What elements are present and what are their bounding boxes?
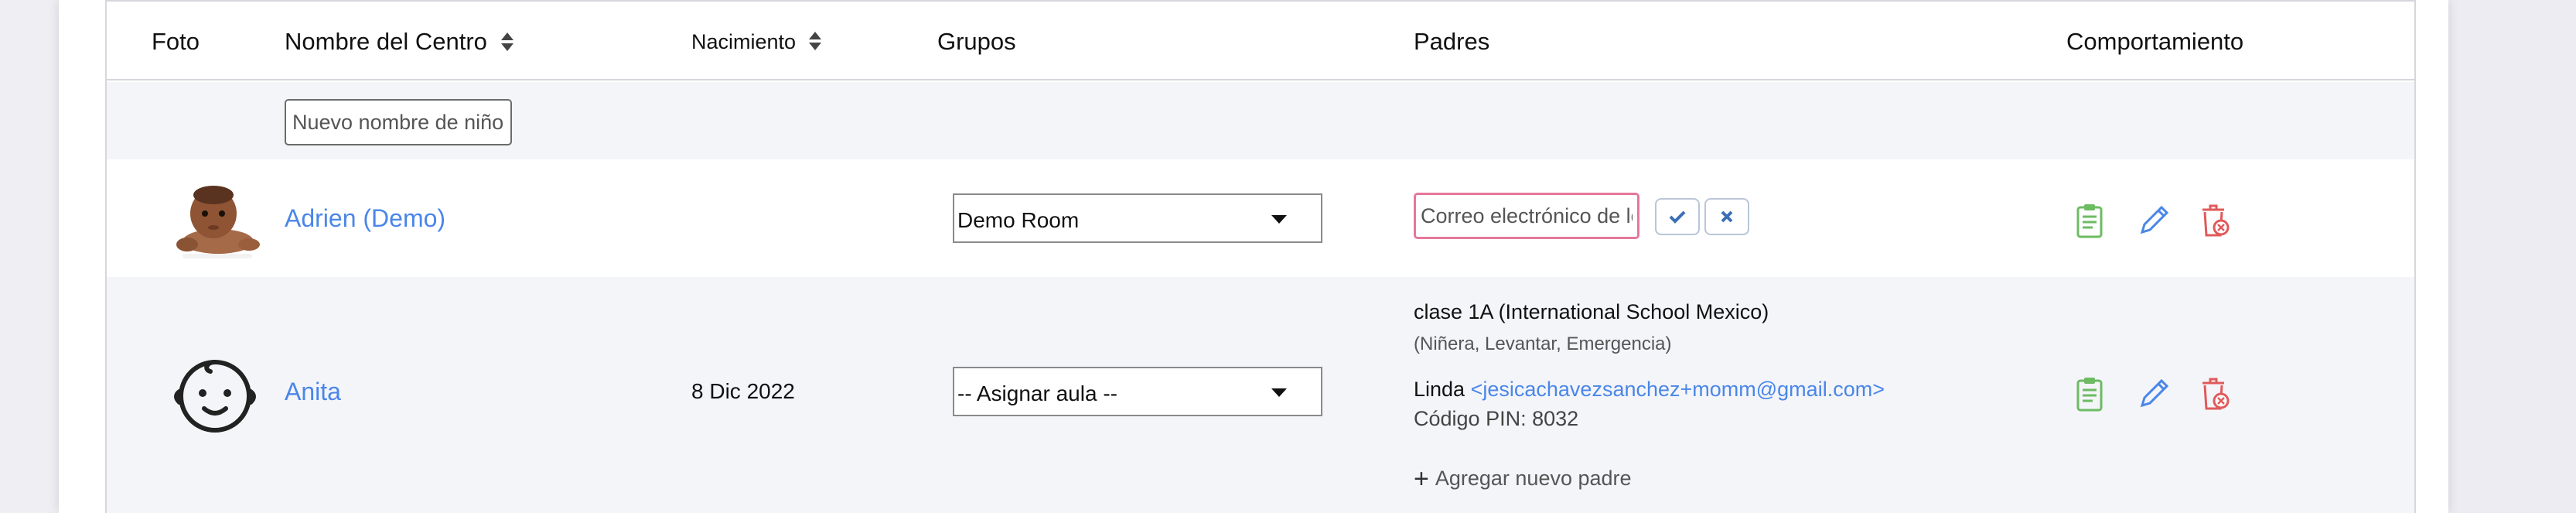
sort-icon[interactable]	[500, 31, 514, 59]
parent-name: Linda	[1414, 378, 1465, 401]
pencil-icon	[2140, 205, 2169, 234]
header-birth-label: Nacimiento	[691, 30, 797, 53]
plus-icon: +	[1414, 464, 1429, 494]
children-table: Foto Nombre del Centro Nacimiento Grupos…	[105, 0, 2416, 513]
report-button[interactable]	[2076, 376, 2110, 413]
page-margin	[0, 0, 59, 513]
chevron-down-icon	[1271, 215, 1287, 224]
add-parent-link[interactable]: + Agregar nuevo padre	[1414, 464, 1632, 494]
child-birth: 8 Dic 2022	[691, 379, 795, 403]
sort-icon[interactable]	[808, 30, 822, 57]
edit-button[interactable]	[2138, 376, 2172, 413]
report-button[interactable]	[2076, 203, 2110, 240]
pencil-icon	[2140, 378, 2169, 408]
delete-button[interactable]	[2199, 203, 2233, 240]
parent-email-input[interactable]	[1414, 193, 1639, 239]
clipboard-icon	[2076, 378, 2103, 412]
header-birth[interactable]: Nacimiento	[691, 30, 822, 57]
parent-contact: Linda <jesicachavezsanchez+momm@gmail.co…	[1414, 378, 1885, 402]
group-select[interactable]: -- Asignar aula --	[953, 367, 1322, 416]
new-child-row	[107, 82, 2414, 159]
child-name-link[interactable]: Anita	[285, 378, 341, 406]
clipboard-icon	[2076, 204, 2103, 238]
group-select-value: Demo Room	[957, 208, 1080, 232]
parent-class: clase 1A (International School Mexico)	[1414, 300, 1769, 323]
header-behavior: Comportamiento	[2066, 28, 2244, 55]
table-header: Foto Nombre del Centro Nacimiento Grupos…	[107, 2, 2414, 80]
edit-button[interactable]	[2138, 203, 2172, 240]
table-row: Adrien (Demo) Demo Room	[107, 159, 2414, 277]
check-icon	[1669, 210, 1686, 224]
chevron-down-icon	[1271, 388, 1287, 397]
confirm-button[interactable]	[1655, 198, 1700, 235]
delete-button[interactable]	[2199, 376, 2233, 413]
group-select[interactable]: Demo Room	[953, 193, 1322, 243]
group-select-value: -- Asignar aula --	[957, 381, 1117, 405]
parent-pin: Código PIN: 8032	[1414, 407, 1579, 430]
close-icon	[1721, 210, 1733, 223]
baby-face-icon	[169, 348, 261, 441]
children-card: Foto Nombre del Centro Nacimiento Grupos…	[59, 0, 2448, 513]
header-parents: Padres	[1414, 28, 1490, 55]
header-name-label: Nombre del Centro	[285, 28, 487, 55]
trash-icon	[2202, 204, 2230, 237]
cancel-button[interactable]	[1704, 198, 1749, 235]
header-groups: Grupos	[937, 28, 1016, 55]
add-parent-label: Agregar nuevo padre	[1435, 467, 1632, 490]
parent-email-link[interactable]: <jesicachavezsanchez+momm@gmail.com>	[1471, 378, 1885, 401]
child-name-link[interactable]: Adrien (Demo)	[285, 204, 445, 233]
parent-roles: (Niñera, Levantar, Emergencia)	[1414, 333, 1672, 354]
child-photo	[169, 170, 261, 263]
header-photo: Foto	[152, 28, 200, 55]
table-row: Anita 8 Dic 2022 -- Asignar aula -- clas…	[107, 277, 2414, 513]
new-child-name-input[interactable]	[285, 99, 512, 145]
header-name[interactable]: Nombre del Centro	[285, 28, 514, 59]
trash-icon	[2202, 378, 2230, 410]
